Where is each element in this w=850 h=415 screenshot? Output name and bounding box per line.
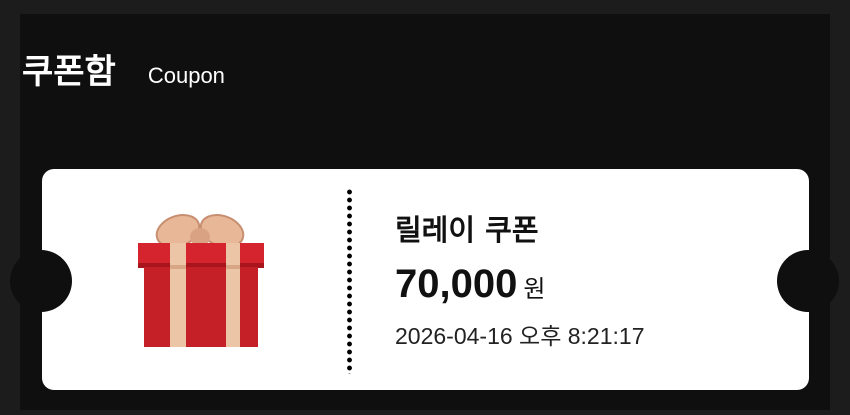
perforation-divider (347, 188, 352, 374)
coupon-issued-datetime: 2026-04-16 오후 8:21:17 (395, 323, 645, 349)
ticket-notch-right (777, 250, 839, 312)
coupon-name: 릴레이 쿠폰 (395, 213, 539, 247)
page-subtitle: Coupon (147, 63, 225, 88)
page-header: 쿠폰함 Coupon (22, 44, 225, 94)
page-title: 쿠폰함 (22, 52, 116, 92)
coupon-amount-unit: 원 (523, 275, 546, 303)
coupon-amount: 70,000 (395, 262, 518, 306)
coupon-amount-row: 70,000 원 (395, 262, 545, 307)
gift-box-icon (138, 214, 264, 347)
ticket-notch-left (10, 250, 72, 312)
